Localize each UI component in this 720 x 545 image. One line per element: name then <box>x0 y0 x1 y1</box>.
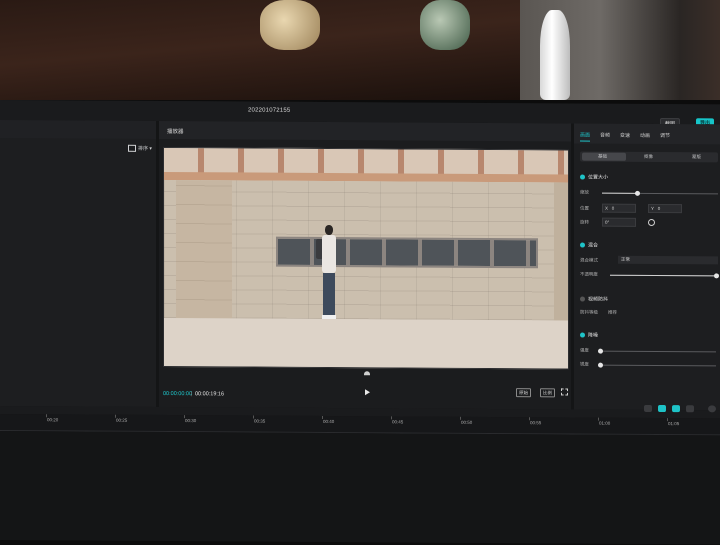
video-preview[interactable] <box>163 146 569 370</box>
ruler-tick-label: 01:05 <box>668 421 680 427</box>
ruler-tick-label: 00:40 <box>323 418 335 425</box>
ruler-tick-label: 00:20 <box>47 417 59 423</box>
sharpness-knob[interactable] <box>598 362 603 368</box>
active-tab-indicator <box>580 140 590 142</box>
blend-section[interactable]: 混合 <box>580 242 598 249</box>
stabilize-level-label: 防抖等级 <box>580 309 598 315</box>
x-value: 0 <box>611 205 615 211</box>
denoise-strength-label: 强度 <box>580 347 589 353</box>
stabilize-checkbox[interactable] <box>580 296 585 302</box>
preview-pillar-right <box>554 182 568 321</box>
opacity-slider[interactable] <box>610 273 719 279</box>
blend-mode-dropdown[interactable]: 正常 <box>618 255 718 265</box>
subtab-bar: 基础 抠像 蒙版 <box>580 151 718 163</box>
blend-checkbox[interactable] <box>580 242 585 248</box>
rotate-icon[interactable] <box>648 218 655 227</box>
snap-icon[interactable] <box>672 405 680 413</box>
timecode-separator: | <box>191 391 193 398</box>
preview-pillar <box>176 180 232 319</box>
microphone-icon[interactable] <box>644 404 652 412</box>
tab-picture[interactable]: 画面 <box>580 132 590 139</box>
properties-tabs: 画面 音频 变速 动画 调节 <box>574 123 720 145</box>
person-head <box>325 224 333 236</box>
zoom-icon[interactable] <box>708 405 716 413</box>
link-icon[interactable] <box>658 405 666 413</box>
tab-adjust[interactable]: 调节 <box>660 132 670 139</box>
aspect-ratio-button[interactable]: 比例 <box>540 388 555 398</box>
volume-icon[interactable] <box>686 405 694 413</box>
ruler-tick-label: 00:50 <box>461 419 473 425</box>
video-editor-window: 202201072155 截图 导出 排序 ▾ 播放器 <box>0 100 720 545</box>
figurine <box>260 0 320 50</box>
ruler-tick-label: 00:35 <box>254 418 266 424</box>
tab-audio[interactable]: 音频 <box>600 132 610 139</box>
current-timecode: 00:00:00:00 <box>163 390 193 398</box>
scale-slider[interactable] <box>602 190 718 196</box>
position-size-title: 位置大小 <box>588 174 609 181</box>
blend-mode-label: 混合模式 <box>580 257 598 263</box>
position-x-input[interactable]: X 0 <box>602 203 636 213</box>
media-panel-header <box>0 120 156 139</box>
subtab-keying[interactable]: 抠像 <box>644 154 653 160</box>
timeline-tracks[interactable] <box>0 431 720 545</box>
player-panel: 播放器 00:00:00:00 | 00:00:19:16 原始 比例 <box>159 120 571 410</box>
subtab-mask[interactable]: 蒙版 <box>692 154 701 160</box>
person-legs <box>323 272 335 316</box>
scale-slider-knob[interactable] <box>635 190 640 196</box>
denoise-strength-knob[interactable] <box>598 348 603 354</box>
opacity-slider-knob[interactable] <box>714 273 719 279</box>
position-size-checkbox[interactable] <box>580 174 585 180</box>
position-label: 位置 <box>580 205 589 211</box>
preview-ground <box>164 318 568 369</box>
original-ratio-button[interactable]: 原始 <box>516 388 531 398</box>
y-label: Y <box>651 205 654 211</box>
blend-title: 混合 <box>588 242 599 249</box>
denoise-strength-slider[interactable] <box>598 348 716 354</box>
opacity-slider-fill <box>610 274 716 277</box>
tab-animation[interactable]: 动画 <box>640 132 650 139</box>
play-icon[interactable] <box>365 389 370 396</box>
project-title: 202201072155 <box>248 107 291 114</box>
preview-person <box>316 224 338 325</box>
playhead-handle[interactable] <box>364 371 370 376</box>
sort-icon <box>128 144 136 153</box>
ruler-tick-label: 00:30 <box>185 418 197 424</box>
ruler-tick-label: 00:45 <box>392 419 404 425</box>
sharpness-slider[interactable] <box>598 362 716 368</box>
stabilize-title: 视频防抖 <box>588 296 609 303</box>
white-bottle <box>540 10 570 100</box>
subtab-basic[interactable]: 基础 <box>598 154 607 160</box>
position-y-input[interactable]: Y 0 <box>648 203 682 214</box>
stabilize-level-value[interactable]: 推荐 <box>608 310 617 316</box>
rotate-label: 旋转 <box>580 219 589 225</box>
person-torso <box>322 234 336 274</box>
denoise-title: 降噪 <box>588 332 599 339</box>
position-size-section[interactable]: 位置大小 <box>580 174 608 181</box>
ruler-tick-label: 00:55 <box>530 420 542 426</box>
person-shoes <box>322 314 336 320</box>
total-timecode: 00:00:19:16 <box>195 391 225 398</box>
sharpness-label: 锐度 <box>580 361 589 367</box>
fullscreen-icon[interactable] <box>561 388 568 396</box>
denoise-checkbox[interactable] <box>580 332 585 338</box>
sort-label: 排序 <box>138 145 149 152</box>
ruler-tick-label: 00:25 <box>116 417 128 423</box>
opacity-label: 不透明度 <box>580 271 598 277</box>
scale-label: 缩放 <box>580 189 589 195</box>
rotate-input[interactable]: 0° <box>602 217 636 227</box>
ruler-tick-label: 01:00 <box>599 420 611 426</box>
scale-slider-fill <box>602 192 637 194</box>
y-value: 0 <box>657 206 661 212</box>
player-title: 播放器 <box>167 129 184 136</box>
figurine-green <box>420 0 470 50</box>
sort-dropdown[interactable]: 排序 ▾ <box>128 144 152 153</box>
x-label: X <box>605 205 609 211</box>
media-panel: 排序 ▾ <box>0 120 156 407</box>
properties-panel: 画面 音频 变速 动画 调节 基础 抠像 蒙版 位置大小 缩放 位置 X 0 Y… <box>574 123 720 411</box>
tab-speed[interactable]: 变速 <box>620 132 630 139</box>
denoise-section[interactable]: 降噪 <box>580 332 598 339</box>
player-header <box>159 120 571 142</box>
stabilize-section[interactable]: 视频防抖 <box>580 296 608 303</box>
